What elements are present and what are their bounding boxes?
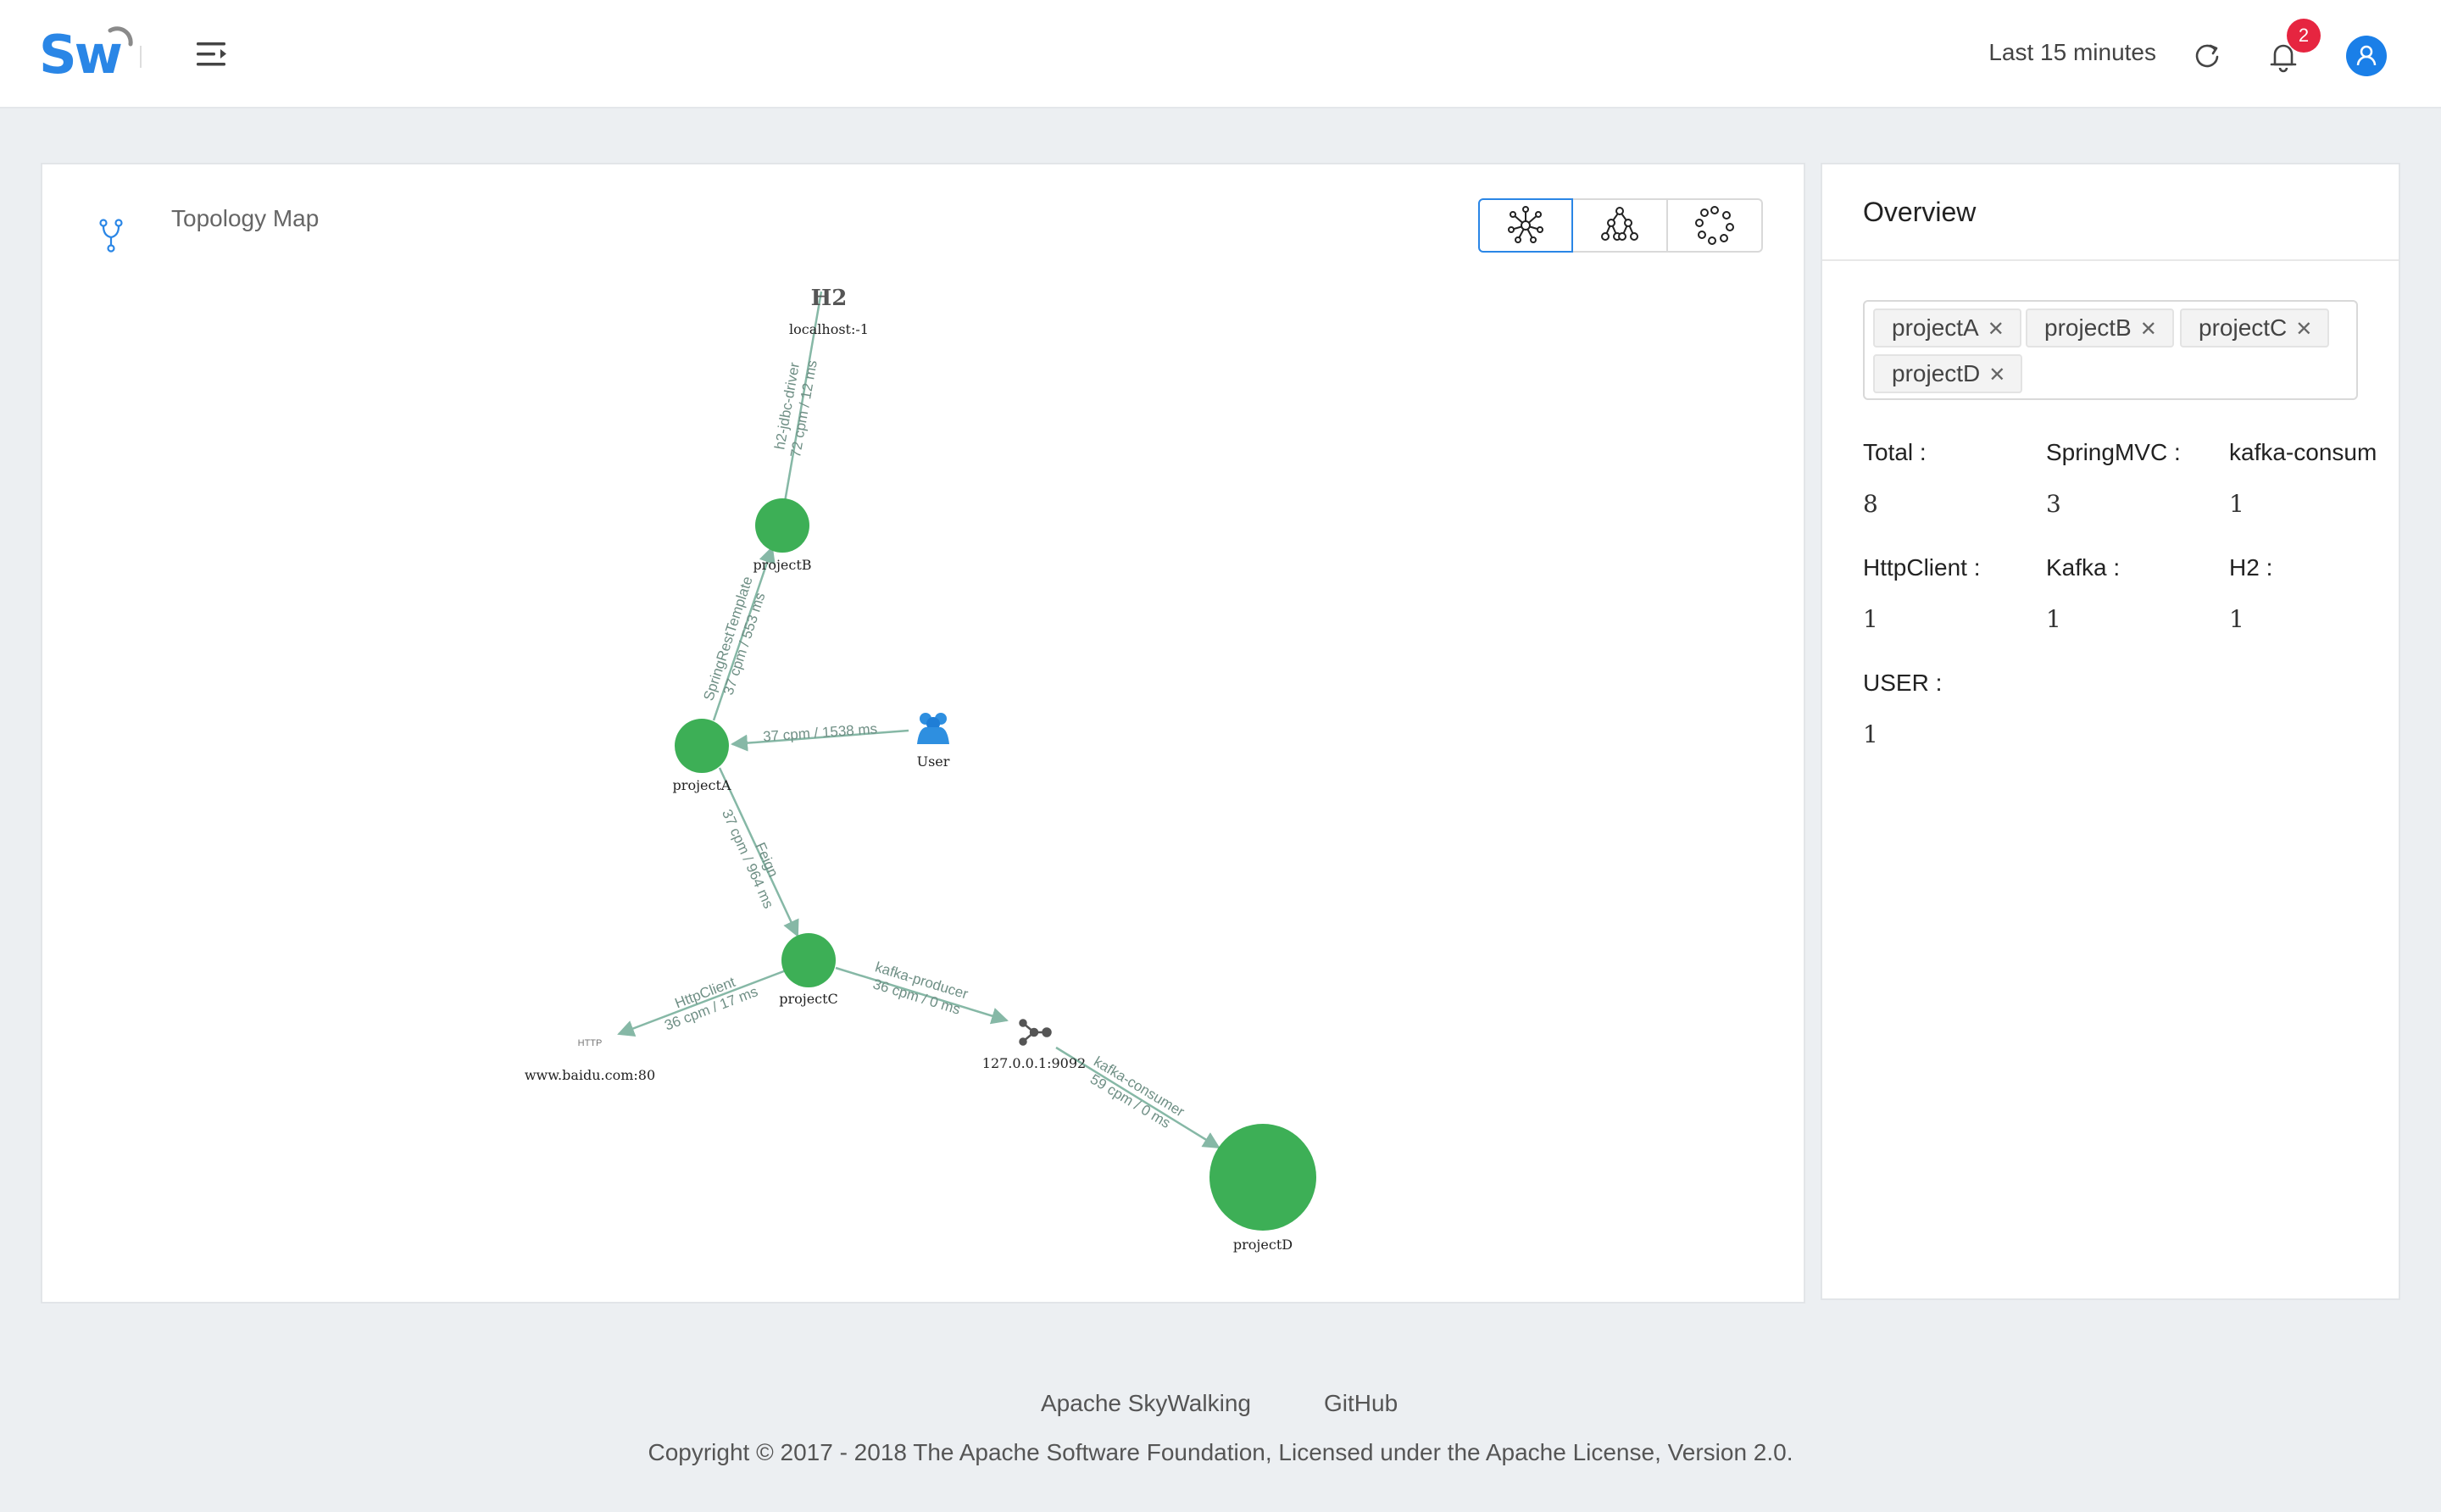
- stat-label-h2: H2 :: [2229, 554, 2273, 581]
- node-label: User: [917, 753, 950, 770]
- project-tag-label: projectD: [1892, 360, 1981, 386]
- kafka-icon: [1019, 1019, 1052, 1046]
- project-tag-label: projectA: [1892, 314, 1979, 341]
- project-tag-label: projectB: [2044, 314, 2132, 341]
- overview-title: Overview: [1863, 197, 1977, 227]
- edge-label-projectA-projectC: Feign 37 cpm / 964 ms: [719, 807, 781, 911]
- top-header: Sw Last 15 minutes 2: [0, 0, 2441, 108]
- node-user[interactable]: User: [917, 713, 950, 770]
- users-icon: [917, 713, 949, 744]
- node-label: projectB: [753, 557, 811, 573]
- service-node-circle: [755, 498, 809, 553]
- edge-label-kafka-projectD: kafka-consumer 59 cpm / 0 ms: [1087, 1053, 1187, 1131]
- notification-badge: 2: [2287, 19, 2321, 53]
- remove-tag-icon[interactable]: ✕: [2295, 318, 2312, 341]
- edge-label-projectC-http: HttpClient 36 cpm / 17 ms: [662, 974, 759, 1034]
- copyright-text: Copyright © 2017 - 2018 The Apache Softw…: [648, 1439, 1793, 1465]
- time-range-selector[interactable]: Last 15 minutes: [1988, 39, 2156, 66]
- stat-value-kafka: 1: [2046, 605, 2061, 633]
- overview-divider: [1822, 259, 2399, 261]
- node-projectB[interactable]: projectB: [753, 498, 812, 573]
- edge-label-projectA-projectB: SpringRestTemplate 37 cpm / 553 ms: [700, 575, 768, 703]
- refresh-icon: [2195, 44, 2219, 68]
- topology-panel: Topology Map h2-jdbc-driver 72 cpm / 12 …: [41, 163, 1805, 1304]
- user-icon: [2356, 45, 2377, 66]
- menu-toggle-button[interactable]: [193, 37, 231, 71]
- stat-label-user: USER :: [1863, 670, 1943, 696]
- user-avatar[interactable]: [2346, 36, 2387, 76]
- project-multi-select[interactable]: projectA ✕ projectB ✕ projectC ✕ projectD ✕: [1863, 300, 2358, 400]
- header-divider: [140, 46, 142, 68]
- project-tag: projectA ✕: [1873, 309, 2021, 347]
- node-label: www.baidu.com:80: [525, 1067, 655, 1083]
- menu-fold-icon: [197, 42, 226, 66]
- topology-graph: h2-jdbc-driver 72 cpm / 12 ms SpringRest…: [525, 286, 1316, 1253]
- stat-value-springmvc: 3: [2046, 490, 2061, 518]
- node-label: projectA: [673, 777, 731, 793]
- refresh-button[interactable]: [2192, 41, 2222, 75]
- edge-stats-label: 37 cpm / 1538 ms: [763, 720, 878, 744]
- node-kafka[interactable]: 127.0.0.1:9092: [982, 1019, 1086, 1072]
- skywalking-logo[interactable]: Sw: [39, 24, 133, 86]
- project-tag: projectB ✕: [2026, 309, 2174, 347]
- node-label: projectC: [779, 991, 838, 1007]
- footer-link-github[interactable]: GitHub: [1324, 1390, 1398, 1417]
- node-label: localhost:-1: [789, 321, 869, 337]
- service-node-circle: [781, 933, 836, 987]
- stat-label-kafka-consumer: kafka-consum: [2229, 439, 2377, 465]
- stat-value-total: 8: [1863, 490, 1878, 518]
- stat-value-kafka-consumer: 1: [2229, 490, 2244, 518]
- edge-label-user-projectA: 37 cpm / 1538 ms: [763, 720, 878, 744]
- h2-database-icon: H2: [811, 286, 848, 311]
- stat-value-user: 1: [1863, 720, 1878, 748]
- overview-panel: Overview projectA ✕ projectB ✕ projectC ✕ p…: [1821, 163, 2400, 1300]
- node-projectD[interactable]: projectD: [1209, 1124, 1316, 1253]
- remove-tag-icon[interactable]: ✕: [2140, 318, 2157, 341]
- service-node-circle: [1209, 1124, 1316, 1231]
- edge-label-projectC-kafka: kafka-producer 36 cpm / 0 ms: [871, 959, 970, 1017]
- edge-label-projectB-h2: h2-jdbc-driver 72 cpm / 12 ms: [771, 359, 820, 459]
- footer-link-skywalking[interactable]: Apache SkyWalking: [1041, 1390, 1251, 1417]
- remove-tag-icon[interactable]: ✕: [1988, 318, 2005, 341]
- remove-tag-icon[interactable]: ✕: [1988, 364, 2005, 386]
- stat-label-total: Total :: [1863, 439, 1927, 465]
- node-http[interactable]: HTTP www.baidu.com:80: [525, 1038, 655, 1083]
- project-tag: projectC ✕: [2180, 309, 2330, 347]
- service-node-circle: [675, 719, 729, 773]
- project-tag: projectD ✕: [1873, 354, 2023, 393]
- node-projectC[interactable]: projectC: [779, 933, 838, 1007]
- logo-arc-icon: [108, 26, 133, 47]
- http-icon: HTTP: [578, 1038, 603, 1048]
- stat-label-springmvc: SpringMVC :: [2046, 439, 2181, 465]
- node-label: 127.0.0.1:9092: [982, 1055, 1086, 1071]
- stat-label-kafka: Kafka :: [2046, 554, 2121, 581]
- stat-value-h2: 1: [2229, 605, 2244, 633]
- stat-label-httpclient: HttpClient :: [1863, 554, 1981, 581]
- stat-value-httpclient: 1: [1863, 605, 1878, 633]
- node-h2[interactable]: H2 localhost:-1: [789, 286, 869, 337]
- node-projectA[interactable]: projectA: [673, 719, 731, 793]
- node-label: projectD: [1233, 1237, 1293, 1253]
- project-tag-label: projectC: [2199, 314, 2288, 341]
